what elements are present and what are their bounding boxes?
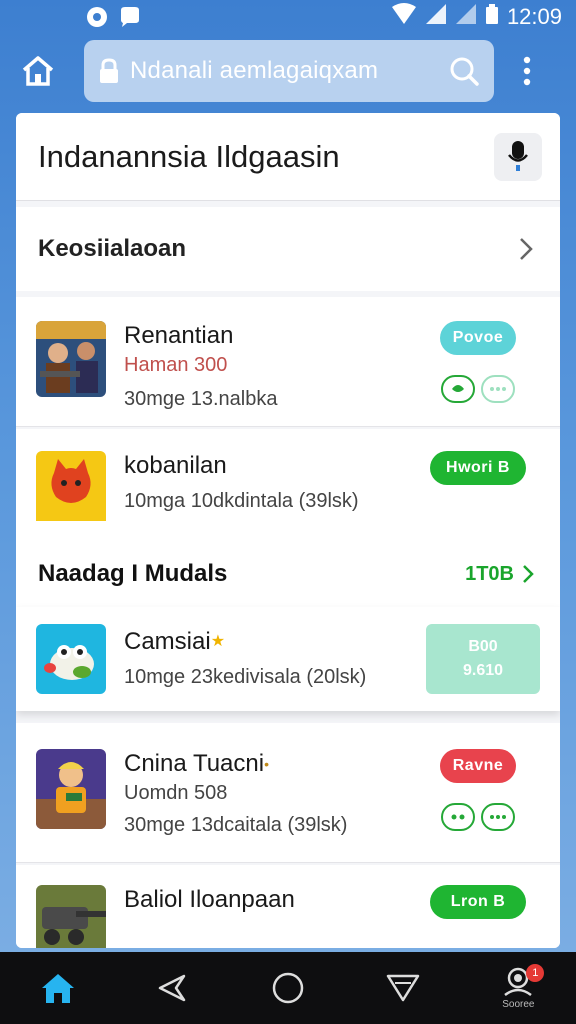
app-developer: Haman 300 <box>124 354 228 376</box>
list-item-app-3[interactable]: Cnina Tuacni• Uomdn 508 30mge 13dcaitala… <box>16 723 560 863</box>
nav-profile[interactable]: Sooree 1 <box>488 958 548 1018</box>
install-button[interactable]: Hwori B <box>430 451 526 485</box>
price-bottom: 9.610 <box>462 662 504 679</box>
search-icon[interactable] <box>448 55 480 87</box>
more-dots-icon[interactable] <box>481 375 515 403</box>
app-name: kobanilan <box>124 452 227 479</box>
home-icon <box>22 56 54 86</box>
app-name: Camsiai★ <box>124 628 226 655</box>
category-row[interactable]: Keosiialaoan <box>16 207 560 291</box>
price-button[interactable]: B00 9.610 <box>426 624 540 694</box>
app-name: Cnina Tuacni• <box>124 750 269 777</box>
leaf-icon[interactable] <box>441 375 475 403</box>
app-actions: Lron B <box>418 885 538 919</box>
app-thumbnail-character <box>36 749 106 829</box>
app-info: Camsiai★ 10mge 23kedivisala (20lsk) <box>124 627 426 691</box>
app-actions: Hwori B <box>418 451 538 485</box>
install-button[interactable]: Lron B <box>430 885 526 919</box>
see-all-label: 1T0B <box>465 562 514 585</box>
home-icon <box>41 974 74 1003</box>
clock-time: 12:09 <box>506 4 562 29</box>
app-thumbnail-tank <box>36 885 106 948</box>
recents-icon <box>386 974 420 1002</box>
share-icon[interactable] <box>441 803 475 831</box>
app-developer: Uomdn 508 <box>124 782 228 804</box>
app-thumbnail-game <box>36 321 106 397</box>
app-thumbnail-cat <box>36 451 106 527</box>
more-dots-icon[interactable] <box>481 803 515 831</box>
featured-heading: Naadag I Mudals <box>38 560 228 587</box>
featured-app-card[interactable]: Camsiai★ 10mge 23kedivisala (20lsk) B00 … <box>16 607 560 711</box>
notification-badge: 1 <box>526 964 545 982</box>
app-info: Renantian Haman 300 30mge 13.nalbka <box>124 321 418 413</box>
chevron-right-icon <box>520 238 533 260</box>
store-panel: Indanannsia Ildgaasin Keosiialaoan Renan… <box>16 113 560 948</box>
signal-icon <box>425 3 447 31</box>
chat-icon <box>118 6 140 28</box>
page-header: Indanannsia Ildgaasin <box>16 113 560 201</box>
circle-home-icon <box>272 972 304 1004</box>
nav-home-circle[interactable] <box>258 958 318 1018</box>
nav-back[interactable] <box>143 958 203 1018</box>
profile-label: Sooree <box>502 998 535 1010</box>
featured-section-header: Naadag I Mudals 1T0B <box>16 541 560 607</box>
more-vertical-icon <box>523 56 531 86</box>
url-bar[interactable]: Ndanali aemlagaiqxam <box>84 40 494 102</box>
status-bar: 12:09 <box>0 0 576 34</box>
home-button[interactable] <box>18 51 58 91</box>
app-meta: 10mge 23kedivisala (20lsk) <box>124 666 367 688</box>
app-meta: 30mge 13.nalbka <box>124 388 278 410</box>
list-item-app-4[interactable]: Baliol Iloanpaan Lron B <box>16 865 560 948</box>
app-actions: Povoe <box>418 321 538 403</box>
overflow-menu-button[interactable] <box>512 51 542 91</box>
install-button[interactable]: Povoe <box>440 321 516 355</box>
voice-search-button[interactable] <box>494 132 542 181</box>
app-thumbnail-frog <box>36 624 106 694</box>
category-label: Keosiialaoan <box>38 235 187 262</box>
chevron-right-icon <box>523 565 534 583</box>
see-all-link[interactable]: 1T0B <box>465 563 534 586</box>
lock-icon <box>100 58 118 83</box>
install-button[interactable]: Ravne <box>440 749 516 783</box>
app-actions: Ravne <box>418 749 538 831</box>
nav-recents[interactable] <box>373 958 433 1018</box>
notification-icon <box>86 6 108 28</box>
nav-home[interactable] <box>28 958 88 1018</box>
app-meta: 10mga 10dkdintala (39lsk) <box>124 490 359 512</box>
app-info: Cnina Tuacni• Uomdn 508 30mge 13dcaitala… <box>124 749 418 839</box>
app-name: Baliol Iloanpaan <box>124 886 295 913</box>
wifi-icon <box>391 3 417 31</box>
back-triangle-icon <box>158 974 186 1002</box>
app-name: Renantian <box>124 322 234 349</box>
list-item-app-2[interactable]: kobanilan 10mga 10dkdintala (39lsk) Hwor… <box>16 429 560 541</box>
list-item-app-1[interactable]: Renantian Haman 300 30mge 13.nalbka Povo… <box>16 297 560 427</box>
url-text: Ndanali aemlagaiqxam <box>130 57 379 84</box>
battery-icon <box>485 3 499 31</box>
app-meta: 30mge 13dcaitala (39lsk) <box>124 814 348 836</box>
app-info: kobanilan 10mga 10dkdintala (39lsk) <box>124 451 418 515</box>
microphone-icon <box>508 140 528 171</box>
app-info: Baliol Iloanpaan <box>124 885 418 915</box>
bottom-nav: Sooree 1 <box>0 952 576 1024</box>
browser-bar: Ndanali aemlagaiqxam <box>0 38 576 104</box>
signal-icon-2 <box>455 3 477 31</box>
page-title: Indanannsia Ildgaasin <box>38 138 340 174</box>
price-top: B00 <box>468 638 498 655</box>
